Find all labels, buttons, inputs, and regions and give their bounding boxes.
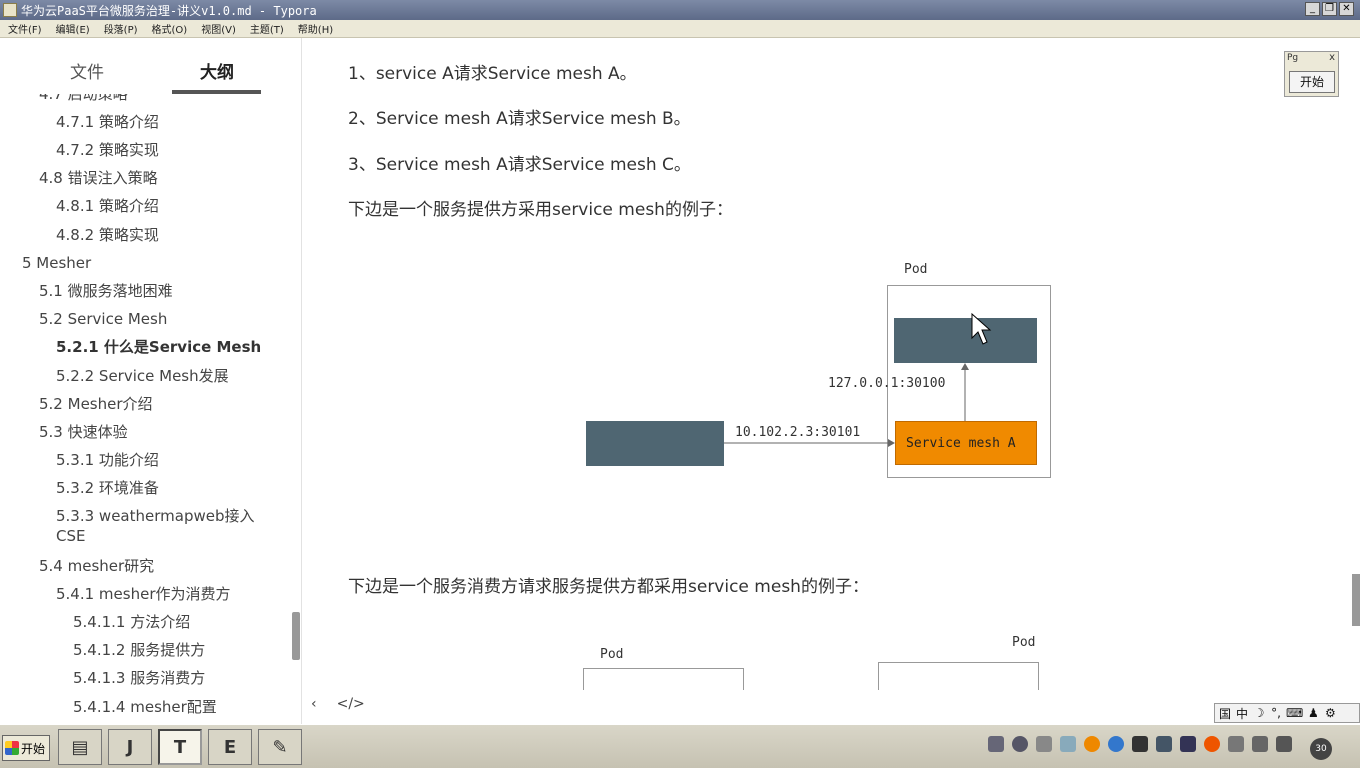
arrowhead-mesh-to-service — [961, 363, 969, 370]
start-label: 开始 — [21, 741, 46, 756]
tray-browser-icon[interactable] — [1084, 736, 1100, 752]
pod-label-left: Pod — [600, 647, 624, 662]
ime-toolbar: 国 中 ☽ °, ⌨ ♟ ⚙ — [1214, 703, 1360, 723]
editor-icon: E — [223, 736, 237, 758]
tray-layout-icon[interactable] — [1156, 736, 1172, 752]
tray-monitor-icon[interactable] — [1132, 736, 1148, 752]
recorder-widget: Pg x 开始 — [1284, 51, 1339, 97]
signal-icon[interactable] — [1276, 736, 1292, 752]
bluetooth-icon[interactable] — [1180, 736, 1196, 752]
ime-user-icon[interactable]: ♟ — [1306, 706, 1320, 720]
tray-display-icon[interactable] — [1060, 736, 1076, 752]
widget-close-icon[interactable]: x — [1329, 52, 1335, 63]
diagram-arrows — [724, 312, 992, 447]
system-tray — [988, 736, 1292, 752]
mouse-cursor-icon — [971, 312, 992, 345]
widget-start-button[interactable]: 开始 — [1289, 71, 1335, 93]
ime-chinese-toggle[interactable]: 中 — [1235, 705, 1249, 722]
tray-security-icon[interactable] — [1204, 736, 1220, 752]
windows-logo-icon — [5, 741, 19, 755]
idea-icon: J — [126, 736, 134, 758]
pod-container-right — [878, 662, 1039, 690]
taskbar-app-idea[interactable]: J — [108, 729, 152, 765]
widget-title: Pg — [1287, 53, 1299, 63]
ime-keyboard-icon[interactable]: ⌨ — [1286, 706, 1303, 720]
tray-sync-icon[interactable] — [1108, 736, 1124, 752]
typora-icon: T — [173, 736, 187, 758]
pod-label-right: Pod — [1012, 635, 1036, 650]
taskbar-app-recorder[interactable]: ✎ — [258, 729, 302, 765]
ime-moon-icon[interactable]: ☽ — [1252, 706, 1266, 720]
clock-badge: 30 — [1310, 738, 1332, 760]
editor-scrollbar[interactable] — [1352, 574, 1360, 626]
tray-help-icon[interactable] — [1012, 736, 1028, 752]
volume-icon[interactable] — [1252, 736, 1268, 752]
arrowhead-client-to-mesh — [888, 439, 895, 447]
ime-country-icon[interactable]: 国 — [1218, 705, 1232, 722]
taskbar-app-file-manager[interactable]: ▤ — [58, 729, 102, 765]
tray-network-icon[interactable] — [1036, 736, 1052, 752]
ime-settings-icon[interactable]: ⚙ — [1323, 706, 1337, 720]
tray-device-icon[interactable] — [1228, 736, 1244, 752]
recorder-icon: ✎ — [272, 736, 288, 758]
pod-container-left — [583, 668, 744, 690]
start-button[interactable]: 开始 — [2, 735, 50, 761]
taskbar-app-editor[interactable]: E — [208, 729, 252, 765]
app-window: 华为云PaaS平台微服务治理-讲义v1.0.md - Typora _ ❐ ✕ … — [0, 0, 1360, 768]
tray-window-icon[interactable] — [988, 736, 1004, 752]
ime-punctuation-icon[interactable]: °, — [1269, 706, 1283, 720]
file-manager-icon: ▤ — [71, 736, 89, 758]
taskbar-app-typora[interactable]: T — [158, 729, 202, 765]
